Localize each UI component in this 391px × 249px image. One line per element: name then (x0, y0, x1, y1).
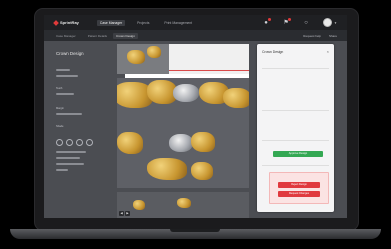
app-window: SprintRay Case Manager Projects Print Ma… (44, 15, 347, 218)
tooth-model (147, 46, 161, 58)
avatar (323, 18, 333, 27)
breadcrumb-item[interactable]: Case Manager (56, 34, 76, 38)
sidebar-line (56, 169, 68, 171)
tooth-model (127, 50, 145, 64)
sidebar-line (56, 163, 84, 165)
option-toggle[interactable] (56, 139, 63, 146)
sidebar-label: Margin (56, 107, 64, 110)
crown-model (173, 84, 199, 102)
sidebar-line (56, 151, 86, 153)
divider (262, 68, 329, 69)
scan-view-top[interactable] (117, 44, 249, 74)
option-toggle[interactable] (76, 139, 83, 146)
sidebar-label: Teeth (56, 87, 63, 90)
user-menu[interactable]: ▼ (323, 18, 337, 27)
sidebar-line (56, 69, 70, 71)
tooth-model (223, 88, 249, 108)
breadcrumb-current: Crown Design (113, 32, 138, 39)
sidebar-line (56, 113, 82, 115)
breadcrumb-actions: Request help Share (303, 34, 337, 38)
tab-print-management[interactable]: Print Management (161, 20, 195, 26)
next-view-icon[interactable]: ▶ (125, 211, 130, 216)
app-name: SprintRay (60, 20, 79, 25)
warning-box: Reject Design Request Changes (269, 172, 329, 204)
detail-row (262, 92, 329, 98)
detail-row (262, 101, 329, 107)
top-icons: ● ⚑ ○ ▼ (263, 17, 337, 27)
breadcrumb-item[interactable]: Patient Details (88, 34, 107, 38)
sidebar-title: Crown Design (56, 51, 84, 56)
detail-row (262, 125, 329, 131)
breadcrumb: Case Manager Patient Details Crown Desig… (44, 30, 347, 41)
tooth-model (191, 132, 215, 152)
close-icon[interactable]: × (327, 49, 329, 54)
tooth-model (177, 198, 191, 208)
sidebar-line (56, 157, 80, 159)
reject-design-button[interactable]: Reject Design (278, 182, 320, 188)
tooth-model (117, 132, 143, 154)
approve-design-button[interactable]: Approve Design (273, 151, 323, 157)
bell-icon[interactable]: ● (263, 17, 272, 26)
sidebar-line (56, 93, 74, 95)
scan-view-bottom[interactable]: ◀ ▶ (117, 192, 249, 218)
detail-row (262, 74, 329, 80)
scan-progress-bar (169, 70, 249, 71)
scan-view-main[interactable] (117, 78, 249, 188)
tab-case-manager[interactable]: Case Manager (96, 19, 126, 26)
detail-row (262, 83, 329, 89)
nav-tabs: Case Manager Projects Print Management (96, 19, 195, 26)
left-sidebar: Crown Design Teeth Margin Shade (44, 41, 116, 218)
scan-viewer[interactable]: ◀ ▶ (117, 44, 249, 218)
tooth-model (133, 200, 145, 210)
tooth-model (191, 162, 213, 180)
flag-icon[interactable]: ⚑ (283, 17, 292, 26)
request-changes-button[interactable]: Request Changes (278, 191, 320, 197)
detail-row (262, 116, 329, 122)
sidebar-label: Shade (56, 125, 64, 128)
app-logo[interactable]: SprintRay (53, 19, 79, 26)
divider (262, 110, 329, 111)
logo-mark-icon (53, 19, 59, 26)
share-link[interactable]: Share (329, 34, 337, 38)
notification-dot (268, 17, 272, 21)
laptop-frame: SprintRay Case Manager Projects Print Ma… (0, 0, 391, 249)
option-toggle[interactable] (66, 139, 73, 146)
request-help-link[interactable]: Request help (303, 34, 321, 38)
panel-title: Crown Design (262, 50, 284, 54)
prev-view-icon[interactable]: ◀ (119, 211, 124, 216)
sidebar-line (56, 75, 78, 77)
laptop-notch (170, 229, 220, 232)
sidebar-option-toggles (56, 139, 93, 146)
chevron-down-icon: ▼ (334, 20, 337, 25)
design-details-panel: Crown Design × Approve Design Reject Des… (257, 44, 334, 212)
alert-dot (288, 17, 292, 21)
divider (262, 165, 329, 166)
top-navigation-bar: SprintRay Case Manager Projects Print Ma… (44, 15, 347, 30)
help-icon[interactable]: ○ (303, 20, 309, 26)
tab-projects[interactable]: Projects (134, 20, 152, 26)
tooth-model (147, 158, 187, 180)
option-toggle[interactable] (86, 139, 93, 146)
divider (262, 140, 329, 141)
crown-model (169, 134, 193, 152)
